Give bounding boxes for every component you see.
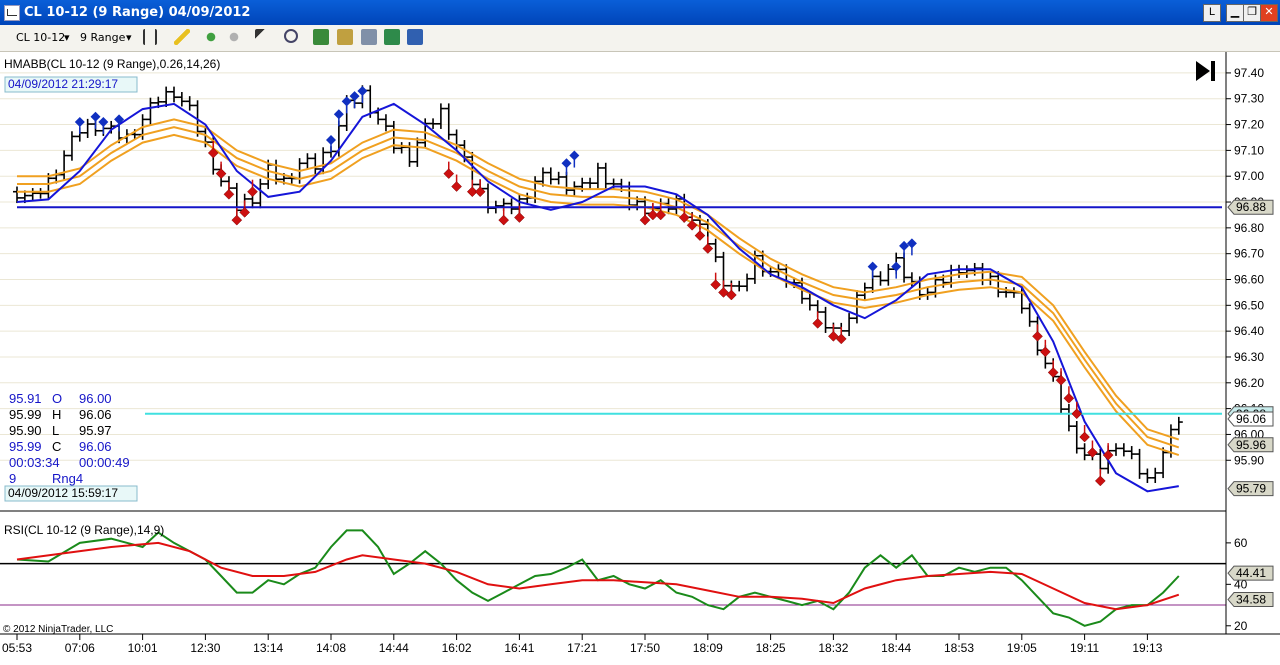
- data-box-value: 95.99: [9, 407, 42, 422]
- time-tick-label: 12:30: [190, 641, 220, 655]
- chart-canvas[interactable]: 97.4097.3097.2097.1097.0096.9096.8096.70…: [0, 52, 1280, 665]
- data-box-value: 95.97: [79, 423, 112, 438]
- price-tick-label: 97.20: [1234, 118, 1264, 132]
- time-tick-label: 18:44: [881, 641, 911, 655]
- period-dropdown-icon[interactable]: ▾: [126, 31, 132, 44]
- data-box-value: 96.06: [79, 407, 112, 422]
- time-tick-label: 07:06: [65, 641, 95, 655]
- chart-style-icon[interactable]: [143, 29, 157, 45]
- zoom-icon[interactable]: [284, 29, 298, 43]
- money-icon[interactable]: [384, 29, 400, 45]
- period-selector[interactable]: 9 Range: [80, 31, 125, 44]
- data-box-value: C: [52, 439, 61, 454]
- price-tick-label: 97.10: [1234, 143, 1264, 157]
- price-tick-label: 95.90: [1234, 453, 1264, 467]
- price-tick-label: 96.70: [1234, 247, 1264, 261]
- lower-band-tag: 95.96: [1236, 438, 1266, 452]
- time-tick-label: 14:08: [316, 641, 346, 655]
- time-tick-label: 18:09: [693, 641, 723, 655]
- time-tick-label: 19:11: [1070, 641, 1099, 655]
- timestamp-top: 04/09/2012 21:29:17: [8, 77, 118, 91]
- rsi-tick-label: 60: [1234, 536, 1248, 550]
- time-tick-label: 05:53: [2, 641, 32, 655]
- price-tick-label: 97.00: [1234, 169, 1264, 183]
- close-price-tag: 96.06: [1236, 412, 1266, 426]
- rsi-value-tag: 44.41: [1236, 566, 1266, 580]
- data-box-value: 95.90: [9, 423, 42, 438]
- data-box-value: 00:00:49: [79, 455, 130, 470]
- instrument-selector[interactable]: CL 10-12: [16, 31, 65, 44]
- copyright: © 2012 NinjaTrader, LLC: [3, 624, 113, 635]
- rsi-title: RSI(CL 10-12 (9 Range),14,9): [4, 523, 164, 537]
- time-tick-label: 14:44: [379, 641, 409, 655]
- data-box-value: H: [52, 407, 61, 422]
- bars-icon[interactable]: [337, 29, 353, 45]
- timestamp-bottom: 04/09/2012 15:59:17: [8, 486, 118, 500]
- time-tick-label: 18:25: [756, 641, 786, 655]
- rsi-average-tag: 34.58: [1236, 593, 1266, 607]
- properties-icon[interactable]: [361, 29, 377, 45]
- data-box-value: 00:03:34: [9, 455, 60, 470]
- hline-price-tag: 96.88: [1236, 200, 1266, 214]
- price-tick-label: 96.30: [1234, 350, 1264, 364]
- price-tick-label: 97.30: [1234, 92, 1264, 106]
- price-tick-label: 96.40: [1234, 324, 1264, 338]
- time-tick-label: 18:32: [818, 641, 848, 655]
- title-bar: CL 10-12 (9 Range) 04/09/2012 L ▁ ❐ ✕: [0, 0, 1280, 25]
- price-tick-label: 96.20: [1234, 376, 1264, 390]
- rsi-tick-label: 20: [1234, 619, 1248, 633]
- maximize-button[interactable]: ❐: [1243, 4, 1261, 22]
- data-box-value: L: [52, 423, 59, 438]
- data-box-icon[interactable]: [407, 29, 423, 45]
- pencil-icon[interactable]: [174, 29, 190, 45]
- data-box-value: 96.00: [79, 391, 112, 406]
- toolbar: CL 10-12 ▾ 9 Range ▾: [0, 25, 1280, 52]
- data-box-value: 95.99: [9, 439, 42, 454]
- window-title: CL 10-12 (9 Range) 04/09/2012: [24, 5, 251, 20]
- time-tick-label: 18:53: [944, 641, 974, 655]
- data-box-value: Rng4: [52, 471, 83, 486]
- price-tick-label: 97.40: [1234, 66, 1264, 80]
- time-tick-label: 16:02: [442, 641, 472, 655]
- link-button[interactable]: L: [1203, 4, 1221, 22]
- time-tick-label: 16:41: [504, 641, 534, 655]
- instrument-dropdown-icon[interactable]: ▾: [64, 31, 70, 44]
- data-box-value: O: [52, 391, 62, 406]
- time-tick-label: 17:21: [567, 641, 597, 655]
- strategy-icon[interactable]: [313, 29, 329, 45]
- data-box-value: 95.91: [9, 391, 42, 406]
- time-tick-label: 19:05: [1007, 641, 1037, 655]
- price-chart-title: HMABB(CL 10-12 (9 Range),0.26,14,26): [4, 57, 220, 71]
- time-tick-label: 17:50: [630, 641, 660, 655]
- minimize-button[interactable]: ▁: [1226, 4, 1244, 22]
- chart-window-icon: [4, 5, 20, 21]
- close-button[interactable]: ✕: [1260, 4, 1278, 22]
- add-indicator-icon[interactable]: [203, 29, 219, 45]
- time-tick-label: 19:13: [1132, 641, 1162, 655]
- time-tick-label: 13:14: [253, 641, 283, 655]
- data-box-value: 96.06: [79, 439, 112, 454]
- price-tick-label: 96.60: [1234, 273, 1264, 287]
- time-tick-label: 10:01: [128, 641, 158, 655]
- price-tick-label: 96.80: [1234, 221, 1264, 235]
- remove-icon[interactable]: [226, 29, 242, 45]
- low-price-tag: 95.79: [1236, 482, 1266, 496]
- price-tick-label: 96.50: [1234, 298, 1264, 312]
- data-box-value: 9: [9, 471, 16, 486]
- cursor-icon[interactable]: [255, 29, 271, 45]
